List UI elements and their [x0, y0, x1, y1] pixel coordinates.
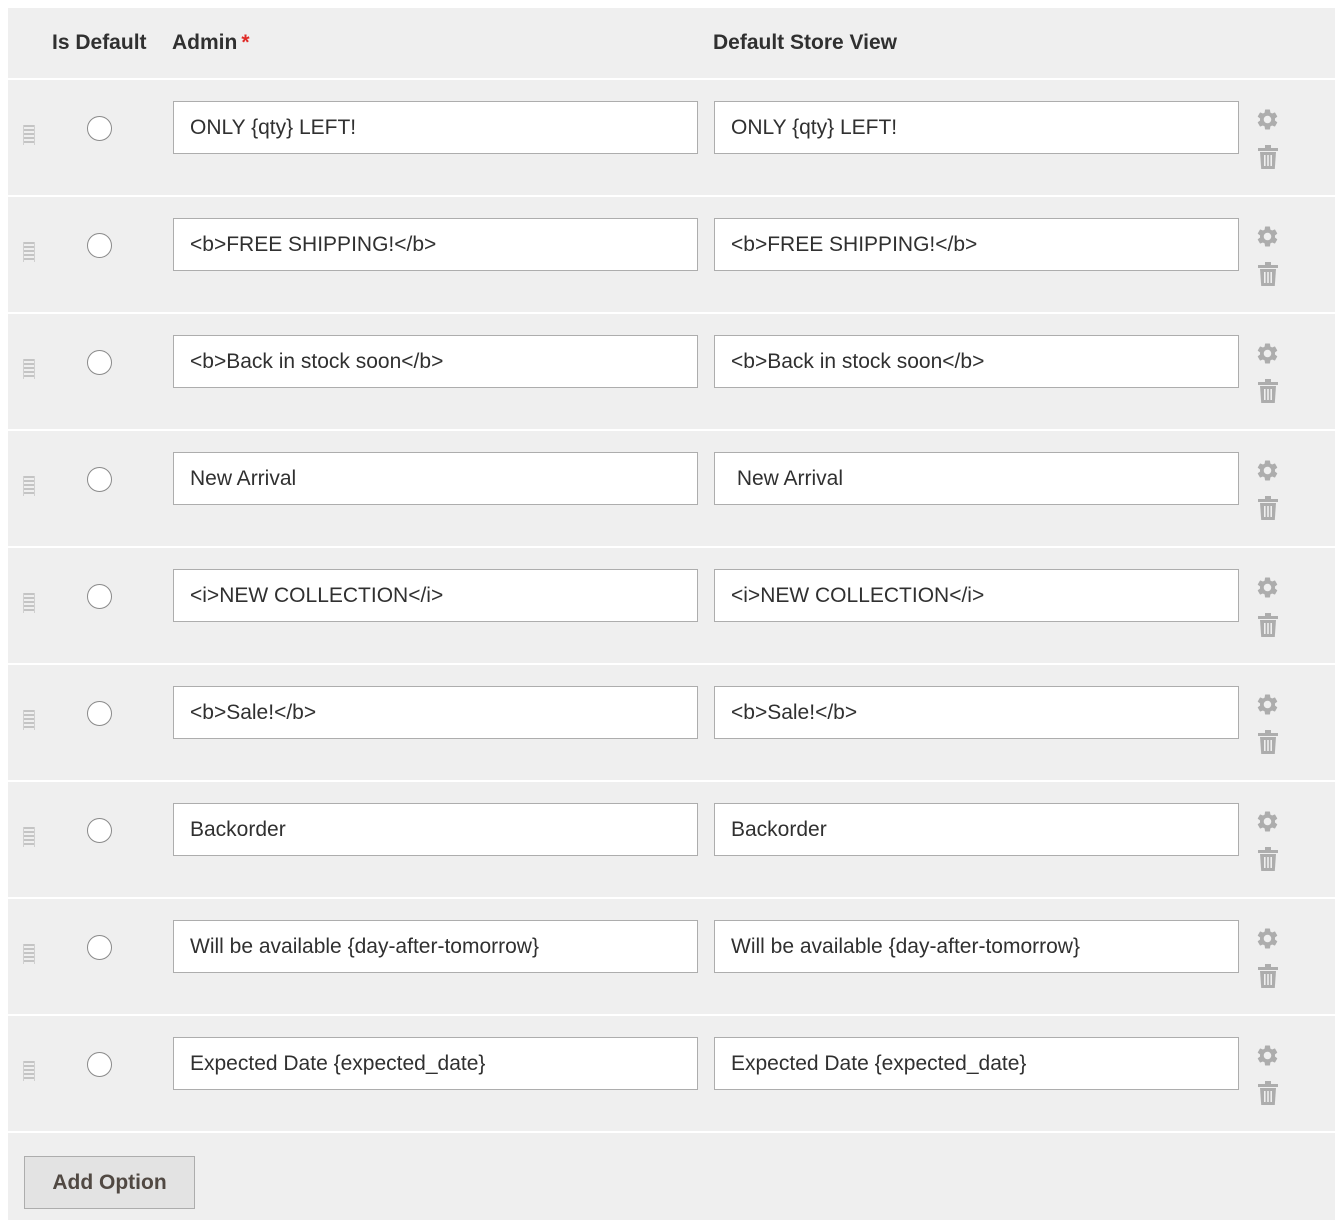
admin-value-input[interactable]: [173, 920, 698, 973]
option-row: [8, 782, 1335, 899]
is-default-column-header: Is Default: [52, 31, 147, 54]
store-view-column-header: Default Store View: [713, 31, 897, 54]
gear-icon[interactable]: [1255, 458, 1280, 483]
drag-handle-icon[interactable]: [23, 359, 35, 379]
option-row: [8, 899, 1335, 1016]
trash-icon[interactable]: [1257, 145, 1279, 170]
gear-icon[interactable]: [1255, 107, 1280, 132]
trash-icon[interactable]: [1257, 964, 1279, 989]
drag-handle-icon[interactable]: [23, 125, 35, 145]
drag-handle-icon[interactable]: [23, 827, 35, 847]
admin-value-input[interactable]: [173, 335, 698, 388]
drag-handle-icon[interactable]: [23, 242, 35, 262]
store-view-value-input[interactable]: [714, 335, 1239, 388]
is-default-radio[interactable]: [87, 233, 112, 258]
is-default-radio[interactable]: [87, 818, 112, 843]
trash-icon[interactable]: [1257, 730, 1279, 755]
trash-icon[interactable]: [1257, 613, 1279, 638]
is-default-radio[interactable]: [87, 584, 112, 609]
is-default-radio[interactable]: [87, 701, 112, 726]
attribute-options-panel: Is Default Admin* Default Store View Add…: [8, 8, 1335, 1220]
store-view-value-input[interactable]: [714, 686, 1239, 739]
is-default-radio[interactable]: [87, 116, 112, 141]
store-view-value-input[interactable]: [714, 569, 1239, 622]
drag-handle-icon[interactable]: [23, 710, 35, 730]
gear-icon[interactable]: [1255, 575, 1280, 600]
option-row: [8, 314, 1335, 431]
gear-icon[interactable]: [1255, 341, 1280, 366]
store-view-value-input[interactable]: [714, 1037, 1239, 1090]
required-marker: *: [241, 31, 250, 54]
is-default-radio[interactable]: [87, 1052, 112, 1077]
drag-handle-icon[interactable]: [23, 476, 35, 496]
options-table-header: Is Default Admin * Default Store View: [8, 8, 1335, 80]
gear-icon[interactable]: [1255, 926, 1280, 951]
admin-value-input[interactable]: [173, 1037, 698, 1090]
admin-value-input[interactable]: [173, 101, 698, 154]
option-row: [8, 1016, 1335, 1133]
drag-handle-icon[interactable]: [23, 593, 35, 613]
store-view-value-input[interactable]: [714, 452, 1239, 505]
option-row: [8, 197, 1335, 314]
is-default-radio[interactable]: [87, 350, 112, 375]
admin-value-input[interactable]: [173, 569, 698, 622]
is-default-radio[interactable]: [87, 467, 112, 492]
option-row: [8, 80, 1335, 197]
drag-handle-icon[interactable]: [23, 1061, 35, 1081]
store-view-value-input[interactable]: [714, 803, 1239, 856]
store-view-value-input[interactable]: [714, 101, 1239, 154]
admin-value-input[interactable]: [173, 686, 698, 739]
add-option-button[interactable]: Add Option: [24, 1156, 195, 1209]
store-view-value-input[interactable]: [714, 920, 1239, 973]
option-row: [8, 548, 1335, 665]
gear-icon[interactable]: [1255, 692, 1280, 717]
trash-icon[interactable]: [1257, 262, 1279, 287]
trash-icon[interactable]: [1257, 847, 1279, 872]
admin-column-label: Admin: [172, 31, 238, 54]
is-default-radio[interactable]: [87, 935, 112, 960]
admin-column-header: Admin *: [172, 31, 250, 55]
trash-icon[interactable]: [1257, 379, 1279, 404]
trash-icon[interactable]: [1257, 1081, 1279, 1106]
admin-value-input[interactable]: [173, 803, 698, 856]
option-row: [8, 665, 1335, 782]
gear-icon[interactable]: [1255, 1043, 1280, 1068]
admin-value-input[interactable]: [173, 452, 698, 505]
option-row: [8, 431, 1335, 548]
admin-value-input[interactable]: [173, 218, 698, 271]
gear-icon[interactable]: [1255, 224, 1280, 249]
trash-icon[interactable]: [1257, 496, 1279, 521]
drag-handle-icon[interactable]: [23, 944, 35, 964]
gear-icon[interactable]: [1255, 809, 1280, 834]
store-view-value-input[interactable]: [714, 218, 1239, 271]
